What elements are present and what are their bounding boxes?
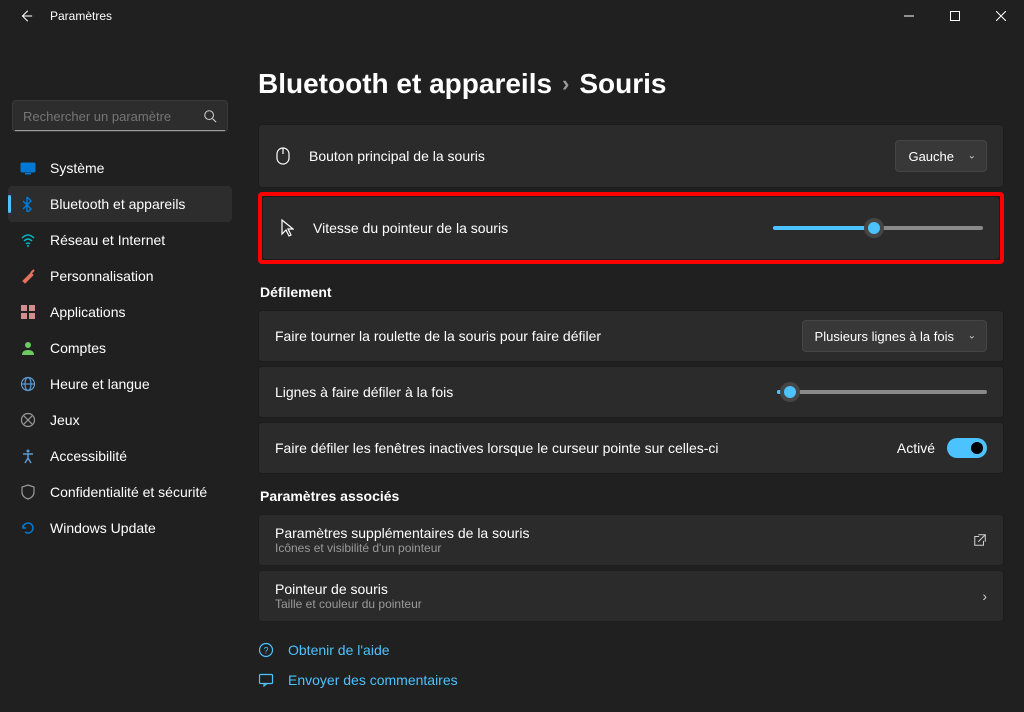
inactive-scroll-toggle[interactable] (947, 438, 987, 458)
scroll-mode-dropdown[interactable]: Plusieurs lignes à la fois ⌄ (802, 320, 987, 352)
wifi-icon (20, 232, 36, 248)
help-icon: ? (258, 642, 274, 658)
sidebar-item-1[interactable]: Bluetooth et appareils (8, 186, 232, 222)
dropdown-value: Plusieurs lignes à la fois (815, 329, 954, 344)
brush-icon (20, 268, 36, 284)
system-icon (20, 160, 36, 176)
slider-thumb[interactable] (780, 382, 800, 402)
toggle-state-label: Activé (897, 440, 935, 456)
sidebar-item-2[interactable]: Réseau et Internet (8, 222, 232, 258)
row-scroll-mode[interactable]: Faire tourner la roulette de la souris p… (258, 310, 1004, 362)
sidebar-item-5[interactable]: Comptes (8, 330, 232, 366)
person-icon (20, 340, 36, 356)
row-pointer-speed[interactable]: Vitesse du pointeur de la souris (262, 196, 1000, 260)
row-label: Lignes à faire défiler à la fois (275, 384, 453, 400)
help-link[interactable]: ? Obtenir de l'aide (258, 642, 1004, 658)
sidebar-item-label: Bluetooth et appareils (50, 196, 185, 212)
sidebar-item-label: Système (50, 160, 104, 176)
window-title: Paramètres (50, 9, 112, 23)
feedback-label: Envoyer des commentaires (288, 672, 458, 688)
row-label: Faire défiler les fenêtres inactives lor… (275, 440, 719, 456)
dropdown-value: Gauche (908, 149, 954, 164)
breadcrumb: Bluetooth et appareils › Souris (258, 68, 1004, 100)
chevron-down-icon: ⌄ (968, 151, 976, 162)
globe-icon (20, 376, 36, 392)
titlebar: Paramètres (0, 0, 1024, 32)
feedback-icon (258, 672, 274, 688)
maximize-icon (950, 11, 960, 21)
chevron-right-icon: › (982, 588, 987, 604)
sidebar-item-label: Confidentialité et sécurité (50, 484, 207, 500)
link-title: Pointeur de souris (275, 581, 422, 597)
sidebar-item-label: Personnalisation (50, 268, 154, 284)
sidebar-item-label: Réseau et Internet (50, 232, 165, 248)
feedback-link[interactable]: Envoyer des commentaires (258, 672, 1004, 688)
settings-window: Paramètres Système Bluetooth et appareils… (0, 0, 1024, 712)
sidebar-item-label: Windows Update (50, 520, 156, 536)
link-title: Paramètres supplémentaires de la souris (275, 525, 529, 541)
sidebar-item-3[interactable]: Personnalisation (8, 258, 232, 294)
highlight-annotation: Vitesse du pointeur de la souris (258, 192, 1004, 264)
row-inactive-window-scroll[interactable]: Faire défiler les fenêtres inactives lor… (258, 422, 1004, 474)
accessibility-icon (20, 448, 36, 464)
search-input[interactable] (23, 109, 203, 124)
sidebar-item-label: Jeux (50, 412, 80, 428)
row-label: Bouton principal de la souris (309, 148, 485, 164)
sidebar-item-label: Applications (50, 304, 126, 320)
sidebar-item-4[interactable]: Applications (8, 294, 232, 330)
row-primary-mouse-button[interactable]: Bouton principal de la souris Gauche ⌄ (258, 124, 1004, 188)
window-controls (886, 0, 1024, 32)
bluetooth-icon (20, 196, 36, 212)
link-subtitle: Icônes et visibilité d'un pointeur (275, 541, 529, 555)
link-subtitle: Taille et couleur du pointeur (275, 597, 422, 611)
row-lines-to-scroll[interactable]: Lignes à faire défiler à la fois (258, 366, 1004, 418)
chevron-down-icon: ⌄ (968, 331, 976, 342)
xbox-icon (20, 412, 36, 428)
sidebar-item-0[interactable]: Système (8, 150, 232, 186)
chevron-right-icon: › (562, 71, 569, 97)
close-icon (996, 11, 1006, 21)
sidebar-item-9[interactable]: Confidentialité et sécurité (8, 474, 232, 510)
sidebar-item-label: Accessibilité (50, 448, 127, 464)
close-button[interactable] (978, 0, 1024, 32)
sidebar-item-6[interactable]: Heure et langue (8, 366, 232, 402)
arrow-left-icon (19, 9, 33, 23)
search-icon (203, 109, 217, 123)
shield-icon (20, 484, 36, 500)
sidebar: Système Bluetooth et appareils Réseau et I… (0, 32, 240, 712)
breadcrumb-parent[interactable]: Bluetooth et appareils (258, 68, 552, 100)
help-links: ? Obtenir de l'aide Envoyer des commenta… (258, 642, 1004, 688)
section-related-heading: Paramètres associés (260, 488, 1004, 504)
breadcrumb-current: Souris (579, 68, 666, 100)
row-label: Vitesse du pointeur de la souris (313, 220, 508, 236)
pointer-speed-slider[interactable] (773, 226, 983, 230)
link-mouse-pointer[interactable]: Pointeur de souris Taille et couleur du … (258, 570, 1004, 622)
lines-scroll-slider[interactable] (777, 390, 987, 394)
slider-thumb[interactable] (864, 218, 884, 238)
svg-text:?: ? (263, 646, 268, 656)
sidebar-item-8[interactable]: Accessibilité (8, 438, 232, 474)
sidebar-item-label: Comptes (50, 340, 106, 356)
sidebar-item-label: Heure et langue (50, 376, 150, 392)
cursor-icon (279, 220, 295, 236)
maximize-button[interactable] (932, 0, 978, 32)
primary-button-dropdown[interactable]: Gauche ⌄ (895, 140, 987, 172)
section-scroll-heading: Défilement (260, 284, 1004, 300)
minimize-icon (904, 11, 914, 21)
content-area: Bluetooth et appareils › Souris Bouton p… (240, 32, 1024, 712)
mouse-icon (275, 148, 291, 164)
minimize-button[interactable] (886, 0, 932, 32)
open-external-icon (973, 533, 987, 547)
sidebar-item-10[interactable]: Windows Update (8, 510, 232, 546)
sidebar-item-7[interactable]: Jeux (8, 402, 232, 438)
apps-icon (20, 304, 36, 320)
row-label: Faire tourner la roulette de la souris p… (275, 328, 601, 344)
search-box[interactable] (12, 100, 228, 132)
help-label: Obtenir de l'aide (288, 642, 390, 658)
back-button[interactable] (16, 6, 36, 26)
update-icon (20, 520, 36, 536)
link-additional-mouse-settings[interactable]: Paramètres supplémentaires de la souris … (258, 514, 1004, 566)
